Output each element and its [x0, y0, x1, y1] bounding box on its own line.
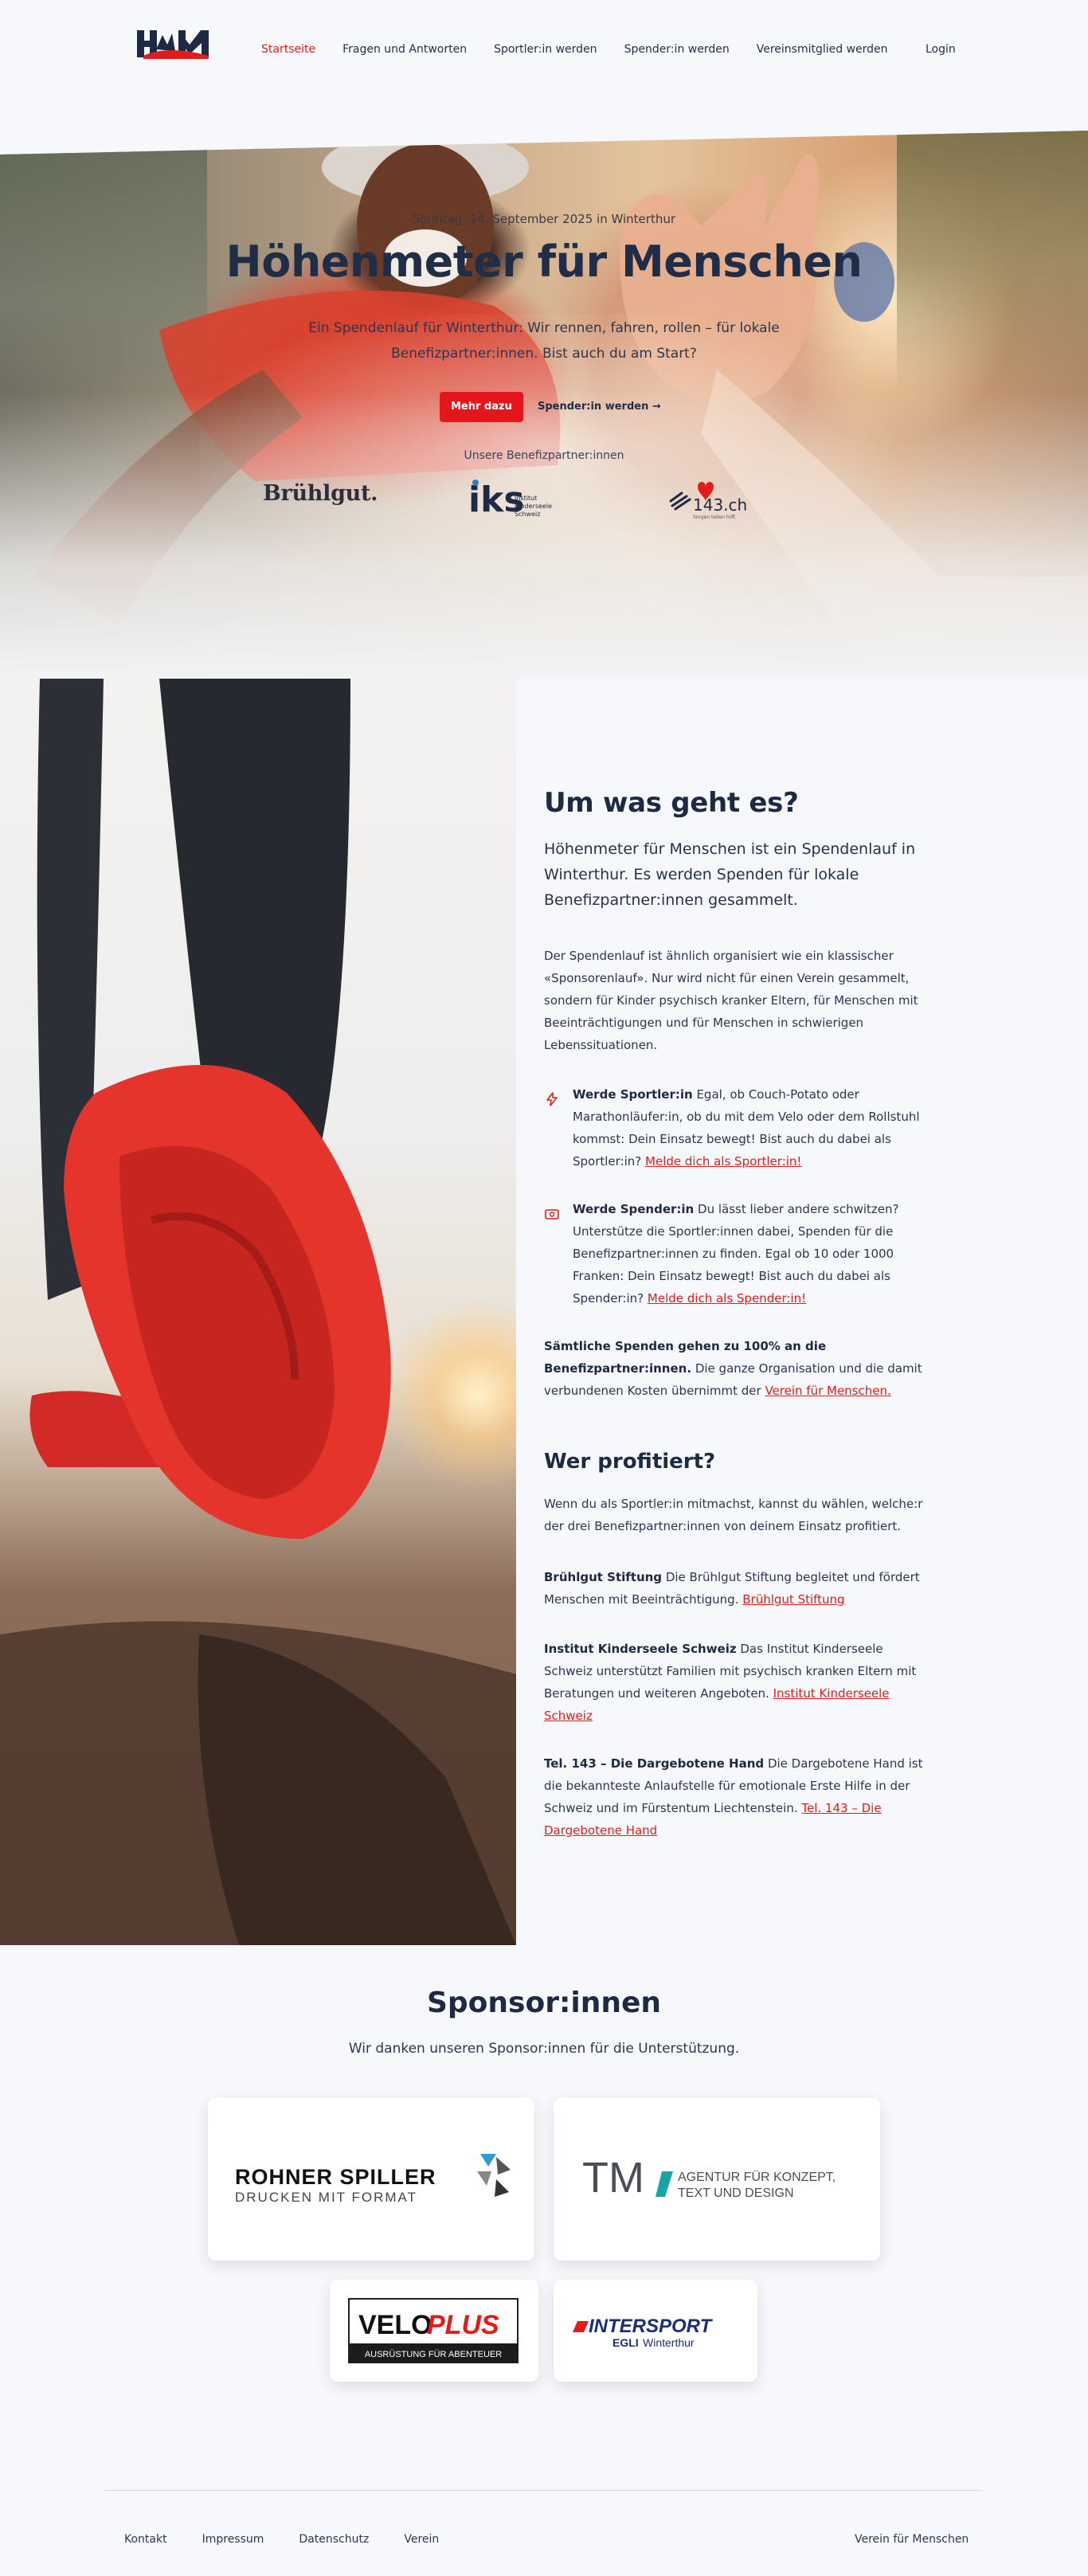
donor-heading: Werde Spender:in — [573, 1202, 695, 1216]
partner-logo-bruehlgut[interactable]: Brühlgut. — [263, 481, 378, 529]
footer-link-impressum[interactable]: Impressum — [202, 2533, 264, 2546]
footer-link-kontakt[interactable]: Kontakt — [124, 2533, 167, 2546]
main-nav: Startseite Fragen und Antworten Sportler… — [261, 43, 915, 56]
svg-text:Schweiz: Schweiz — [515, 511, 540, 518]
hero-lead: Ein Spendenlauf für Winterthur: Wir renn… — [308, 320, 780, 362]
partner-logo-143[interactable]: 143.ch Sorgen teilen hilft — [667, 476, 747, 523]
svg-text:EGLI: EGLI — [612, 2336, 639, 2349]
svg-text:AUSRÜSTUNG FÜR ABENTEUER: AUSRÜSTUNG FÜR ABENTEUER — [365, 2350, 502, 2359]
partners-label: Unsere Benefizpartner:innen — [464, 449, 624, 462]
donor-text: Du lässt lieber andere schwitzen? Unters… — [573, 1202, 899, 1306]
svg-text:ROHNER SPILLER: ROHNER SPILLER — [235, 2165, 436, 2189]
hero-date: Sonntag, 14. September 2025 in Winterthu… — [412, 212, 676, 226]
site-header: Startseite Fragen und Antworten Sportler… — [0, 0, 1088, 104]
svg-text:Sorgen teilen hilft: Sorgen teilen hilft — [693, 515, 736, 520]
beneficiary-bruehlgut: Brühlgut Stiftung Die Brühlgut Stiftung … — [544, 1566, 934, 1611]
runner-photo — [0, 679, 516, 1945]
beneficiary-143: Tel. 143 – Die Dargebotene Hand Die Darg… — [544, 1752, 934, 1842]
footer-link-datenschutz[interactable]: Datenschutz — [299, 2533, 369, 2546]
footer-divider — [105, 2490, 983, 2491]
iks-logo-mark: iks Institut Kinderseele Schweiz — [468, 480, 552, 520]
nav-item-spender[interactable]: Spender:in werden — [624, 43, 730, 56]
beneficiary-name: Institut Kinderseele Schweiz — [544, 1642, 737, 1656]
athlete-heading: Werde Sportler:in — [573, 1087, 693, 1102]
nav-item-startseite[interactable]: Startseite — [261, 43, 315, 56]
athlete-paragraph: Werde Sportler:in Egal, ob Couch-Potato … — [573, 1083, 934, 1173]
logo-mark — [137, 30, 209, 59]
svg-text:Kinderseele: Kinderseele — [515, 503, 552, 510]
money-icon — [544, 1206, 560, 1222]
veloplus-logo: VELO PLUS AUSRÜSTUNG FÜR ABENTEUER — [348, 2298, 519, 2363]
tel143-logo-mark: 143.ch Sorgen teilen hilft — [669, 482, 747, 520]
footer-nav: Kontakt Impressum Datenschutz Verein — [124, 2533, 474, 2546]
footer-link-verein[interactable]: Verein — [404, 2533, 439, 2546]
sponsor-card-veloplus[interactable]: VELO PLUS AUSRÜSTUNG FÜR ABENTEUER — [330, 2280, 538, 2382]
svg-text:TM: TM — [582, 2154, 644, 2202]
beneficiary-iks: Institut Kinderseele Schweiz Das Institu… — [544, 1638, 934, 1727]
about-lead: Höhenmeter für Menschen ist ein Spendenl… — [544, 840, 916, 909]
lightning-icon — [544, 1091, 560, 1107]
svg-text:PLUS: PLUS — [427, 2310, 499, 2340]
svg-text:Winterthur: Winterthur — [643, 2336, 695, 2349]
donor-paragraph: Werde Spender:in Du lässt lieber andere … — [573, 1198, 934, 1310]
sponsor-card-tm[interactable]: TM AGENTUR FÜR KONZEPT, TEXT UND DESIGN — [554, 2098, 880, 2261]
sponsor-card-intersport[interactable]: INTERSPORT EGLI Winterthur — [554, 2280, 757, 2382]
nav-item-faq[interactable]: Fragen und Antworten — [342, 43, 467, 56]
partner-logo-iks[interactable]: iks Institut Kinderseele Schweiz — [468, 476, 564, 524]
beneficiary-name: Tel. 143 – Die Dargebotene Hand — [544, 1756, 765, 1771]
donations-note: Sämtliche Spenden gehen zu 100% an die B… — [544, 1335, 934, 1402]
nav-item-sportler[interactable]: Sportler:in werden — [494, 43, 597, 56]
bruehlgut-link[interactable]: Brühlgut Stiftung — [742, 1592, 844, 1607]
verein-link[interactable]: Verein für Menschen. — [765, 1384, 890, 1398]
footer-brand-link[interactable]: Verein für Menschen — [855, 2533, 969, 2546]
sponsors-title: Sponsor:innen — [426, 1987, 661, 2019]
more-button[interactable]: Mehr dazu — [440, 392, 523, 422]
about-intro: Der Spendenlauf ist ähnlich organisiert … — [544, 949, 918, 1052]
svg-text:Institut: Institut — [515, 495, 537, 502]
site-logo[interactable] — [135, 27, 212, 61]
svg-text:TEXT UND DESIGN: TEXT UND DESIGN — [678, 2186, 794, 2200]
beneficiary-name: Brühlgut Stiftung — [544, 1570, 663, 1584]
beneficiaries-title: Wer profitiert? — [544, 1450, 716, 1474]
sponsor-card-rohner-spiller[interactable]: ROHNER SPILLER DRUCKEN MIT FORMAT — [208, 2098, 534, 2261]
svg-text:143.ch: 143.ch — [693, 495, 747, 515]
beneficiaries-intro: Wenn du als Sportler:in mitmachst, kanns… — [544, 1497, 923, 1533]
hero-title: Höhenmeter für Menschen — [225, 237, 863, 287]
donor-signup-link[interactable]: Melde dich als Spender:in! — [648, 1291, 806, 1306]
about-title: Um was geht es? — [544, 787, 799, 819]
nav-item-verein[interactable]: Vereinsmitglied werden — [757, 43, 888, 56]
svg-text:DRUCKEN MIT FORMAT: DRUCKEN MIT FORMAT — [235, 2190, 417, 2205]
svg-text:AGENTUR FÜR KONZEPT,: AGENTUR FÜR KONZEPT, — [678, 2170, 836, 2184]
intersport-logo: INTERSPORT EGLI Winterthur — [573, 2316, 714, 2349]
become-donor-link[interactable]: Spender:in werden → — [538, 401, 661, 413]
svg-text:VELO: VELO — [358, 2310, 432, 2340]
sponsors-subtitle: Wir danken unseren Sponsor:innen für die… — [348, 2041, 740, 2057]
svg-text:INTERSPORT: INTERSPORT — [589, 2316, 714, 2337]
tm-agentur-logo: TM AGENTUR FÜR KONZEPT, TEXT UND DESIGN — [582, 2154, 836, 2202]
login-link[interactable]: Login — [926, 43, 956, 56]
runner-photo-art — [0, 679, 516, 1945]
rohner-spiller-logo: ROHNER SPILLER DRUCKEN MIT FORMAT — [235, 2154, 511, 2205]
athlete-signup-link[interactable]: Melde dich als Sportler:in! — [645, 1154, 801, 1169]
